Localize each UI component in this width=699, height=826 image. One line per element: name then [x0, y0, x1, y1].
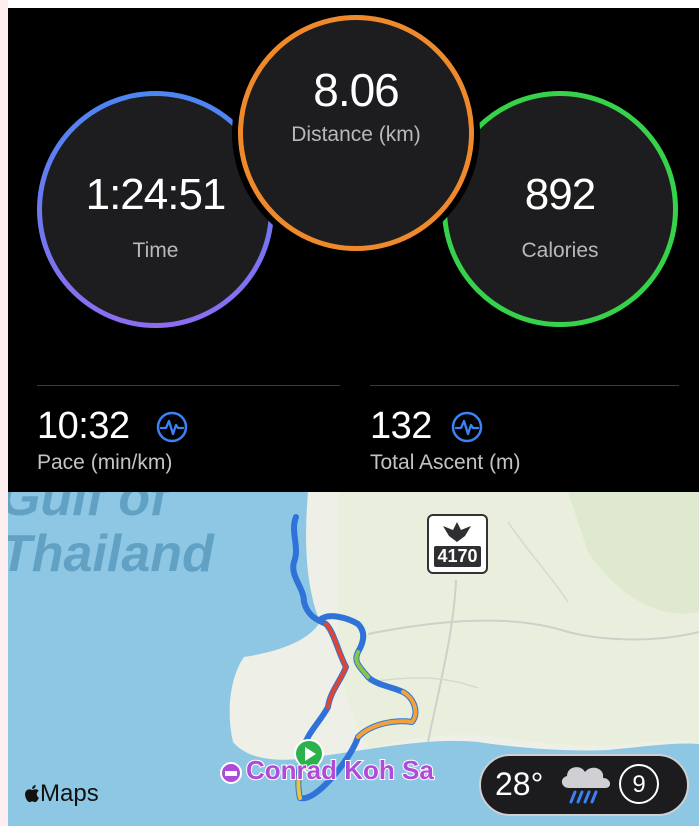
calories-ring[interactable]: 892 Calories [442, 91, 678, 327]
pace-value: 10:32 [37, 405, 130, 447]
distance-value: 8.06 [313, 64, 400, 116]
aqi-indicator: 9 [619, 764, 659, 804]
garuda-emblem-icon [443, 522, 471, 542]
poi-label[interactable]: Conrad Koh Sa [245, 754, 435, 786]
calories-label: Calories [521, 239, 599, 262]
road-number: 4170 [434, 546, 481, 567]
time-value: 1:24:51 [85, 170, 227, 219]
divider-left [37, 385, 340, 386]
rain-cloud-icon [561, 767, 611, 804]
water-label-line2: Thailand [8, 525, 214, 583]
ascent-value: 132 [370, 405, 432, 447]
weather-temperature: 28° [495, 766, 544, 802]
heart-rate-wave-icon[interactable] [451, 411, 483, 443]
activity-summary: 1:24:51 Time 8.06 Distance (km) 892 Calo… [8, 8, 699, 492]
ascent-label: Total Ascent (m) [370, 451, 521, 474]
weather-chip[interactable]: 28° 9 [479, 754, 689, 816]
maps-attribution[interactable]: Maps [24, 780, 99, 808]
calories-value: 892 [524, 170, 596, 219]
water-label: Gulf of Thailand [8, 492, 214, 582]
apple-logo-icon [25, 785, 39, 803]
route-map[interactable]: Gulf of Thailand 4170 Conrad Koh Sa Maps… [8, 492, 699, 826]
divider-right [370, 385, 679, 386]
time-label: Time [132, 239, 179, 262]
heart-rate-wave-icon[interactable] [156, 411, 188, 443]
road-shield: 4170 [427, 514, 488, 574]
distance-label: Distance (km) [291, 123, 421, 146]
maps-provider-label: Maps [40, 780, 99, 807]
pace-label: Pace (min/km) [37, 451, 173, 474]
left-edge-strip [0, 0, 8, 826]
water-label-line1: Gulf of [8, 492, 168, 527]
distance-ring[interactable]: 8.06 Distance (km) [238, 15, 474, 251]
hotel-icon [220, 762, 242, 784]
